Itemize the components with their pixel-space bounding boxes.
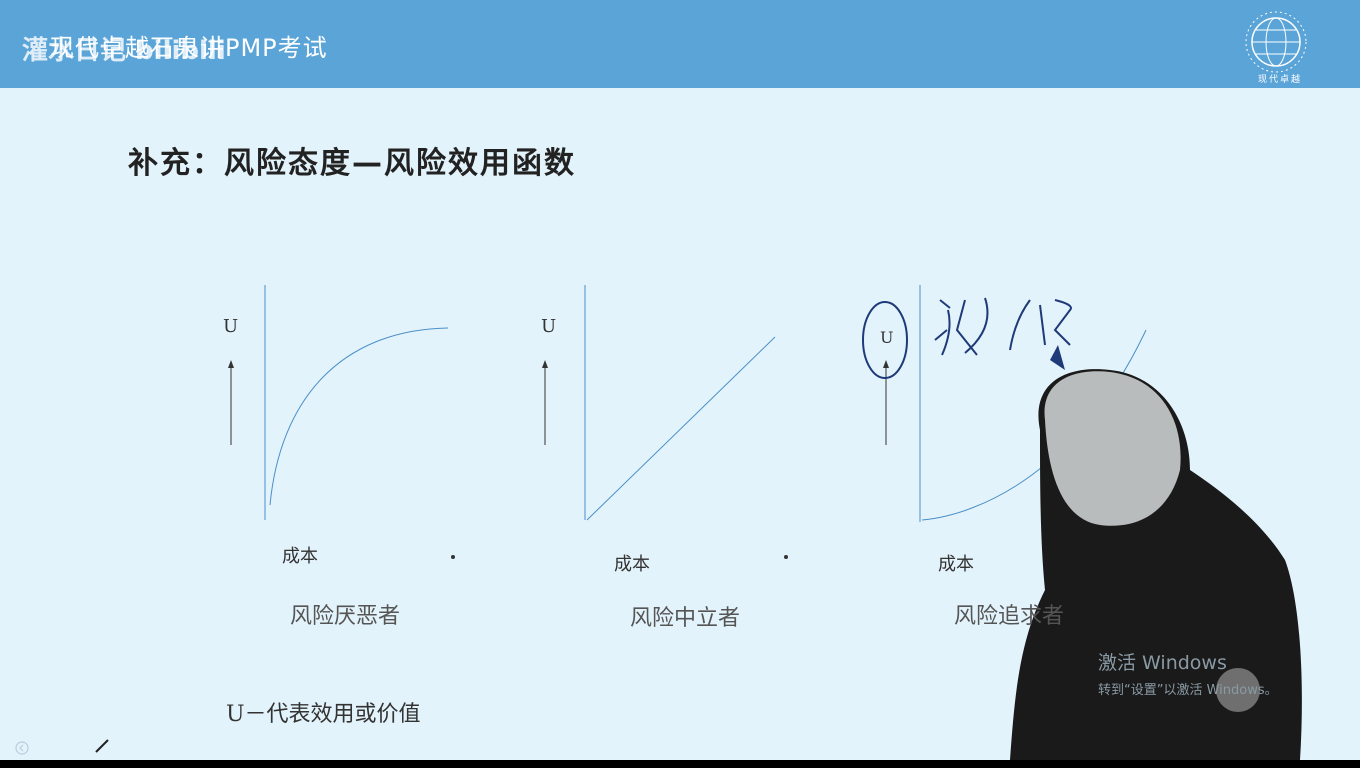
x-label-2: 成本	[614, 554, 650, 575]
x-label-1: 成本	[282, 546, 318, 567]
utility-note: U－代表效用或价值	[226, 702, 421, 727]
graph-risk-neutral	[542, 285, 788, 559]
caption-3: 风险追求者	[954, 604, 1065, 629]
graph-risk-averse	[228, 285, 455, 559]
x-arrow-dot	[784, 555, 788, 559]
pen-icon[interactable]	[94, 738, 110, 754]
caption-2: 风险中立者	[630, 606, 741, 631]
y-label-1: U	[223, 316, 239, 337]
slide: 现代卓越石泉讲PMP考试 灌水日记 bilibili 现代卓越 补充：风险态度—…	[0, 0, 1360, 760]
handwriting-strokes	[934, 297, 1072, 356]
slide-nav-icon[interactable]	[14, 740, 30, 756]
x-arrow-dot	[451, 555, 455, 559]
y-label-2: U	[541, 316, 557, 337]
utility-line	[586, 336, 776, 521]
utility-curve	[269, 327, 449, 506]
graphs-drawing	[228, 285, 1302, 760]
caption-1: 风险厌恶者	[290, 604, 401, 629]
activate-line1: 激活 Windows	[1098, 652, 1227, 674]
activate-line2: 转到“设置”以激活 Windows。	[1098, 683, 1278, 698]
windows-activation-notice[interactable]: 激活 Windows 转到“设置”以激活 Windows。	[1098, 648, 1278, 698]
y-label-3: U	[880, 328, 894, 347]
x-label-3: 成本	[938, 554, 974, 575]
